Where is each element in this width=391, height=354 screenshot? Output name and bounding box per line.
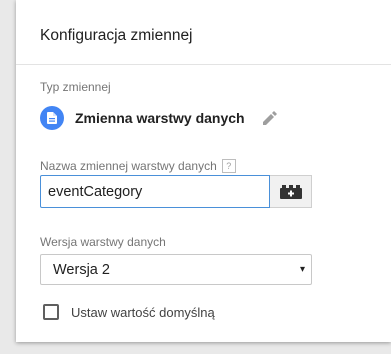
pencil-icon[interactable] (262, 110, 278, 126)
variable-config-card: Konfiguracja zmiennej Typ zmiennej Zmien… (16, 0, 391, 342)
card-header: Konfiguracja zmiennej (16, 0, 391, 65)
document-icon (40, 106, 64, 130)
insert-variable-button[interactable] (270, 175, 312, 208)
datalayer-variable-name-label-text: Nazwa zmiennej warstwy danych (40, 159, 217, 173)
variable-type-label: Typ zmiennej (40, 80, 111, 94)
variable-type-name: Zmienna warstwy danych (75, 110, 245, 126)
datalayer-version-select[interactable]: Wersja 2 ▾ (40, 254, 312, 285)
default-value-checkbox[interactable] (43, 304, 59, 320)
datalayer-variable-name-input[interactable] (40, 175, 270, 208)
datalayer-version-value: Wersja 2 (53, 262, 110, 278)
help-icon[interactable]: ? (221, 159, 236, 173)
variable-type-row[interactable]: Zmienna warstwy danych (40, 106, 278, 130)
default-value-label: Ustaw wartość domyślną (71, 304, 215, 320)
chevron-down-icon: ▾ (299, 264, 305, 275)
dialog-title: Konfiguracja zmiennej (40, 27, 193, 44)
datalayer-version-label: Wersja warstwy danych (40, 235, 166, 249)
variable-brick-icon (279, 184, 302, 199)
default-value-checkbox-row[interactable]: Ustaw wartość domyślną (43, 304, 215, 320)
datalayer-variable-name-label: Nazwa zmiennej warstwy danych? (40, 159, 236, 173)
